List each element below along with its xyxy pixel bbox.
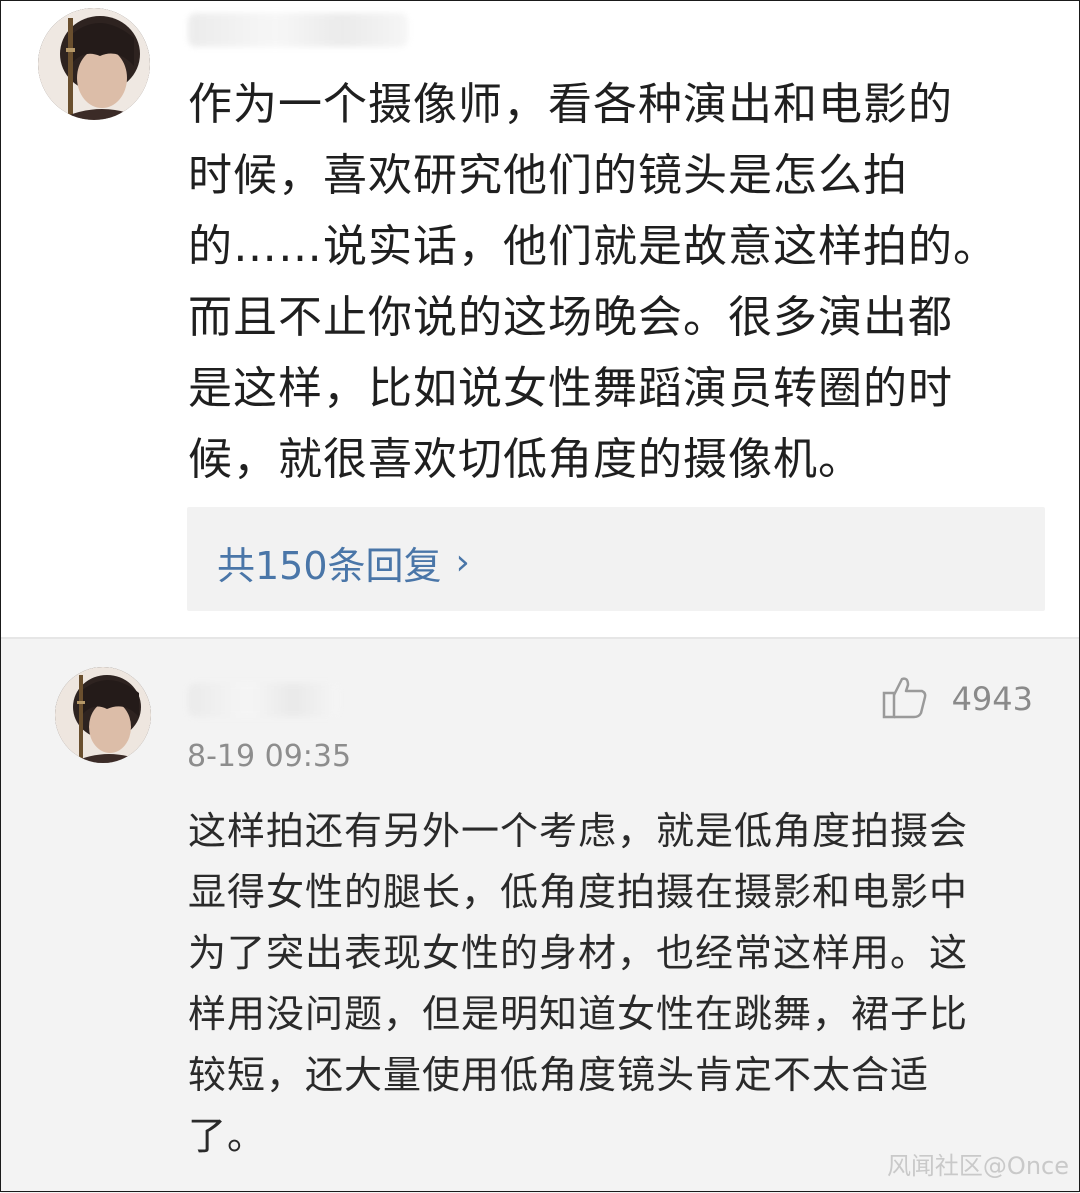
view-replies-link[interactable]: 共150条回复 › xyxy=(217,535,470,590)
avatar-image xyxy=(55,667,151,763)
comment-card-1: 作为一个摄像师，看各种演出和电影的 时候，喜欢研究他们的镜头是怎么拍 的……说实… xyxy=(1,1,1079,637)
avatar-image xyxy=(38,8,150,120)
username-blurred[interactable] xyxy=(188,683,338,717)
avatar[interactable] xyxy=(55,667,151,763)
comment-timestamp: 8-19 09:35 xyxy=(187,739,352,774)
replies-panel[interactable]: 共150条回复 › xyxy=(187,507,1045,611)
like-count: 4943 xyxy=(951,680,1033,718)
like-button[interactable]: 4943 xyxy=(882,675,1033,723)
replies-count-label: 共150条回复 xyxy=(217,544,442,588)
comment-body: 作为一个摄像师，看各种演出和电影的 时候，喜欢研究他们的镜头是怎么拍 的……说实… xyxy=(188,79,998,485)
chevron-right-icon: › xyxy=(455,542,470,583)
watermark: 风闻社区@Once xyxy=(886,1152,1069,1180)
comment-body: 这样拍还有另外一个考虑，就是低角度拍摄会 显得女性的腿长，低角度拍摄在摄影和电影… xyxy=(188,809,969,1158)
username-blurred[interactable] xyxy=(188,13,408,47)
thumbs-up-icon[interactable] xyxy=(882,675,928,723)
avatar[interactable] xyxy=(38,8,150,120)
comment-card-2: 4943 8-19 09:35 这样拍还有另外一个考虑，就是低角度拍摄会 显得女… xyxy=(1,637,1079,1193)
